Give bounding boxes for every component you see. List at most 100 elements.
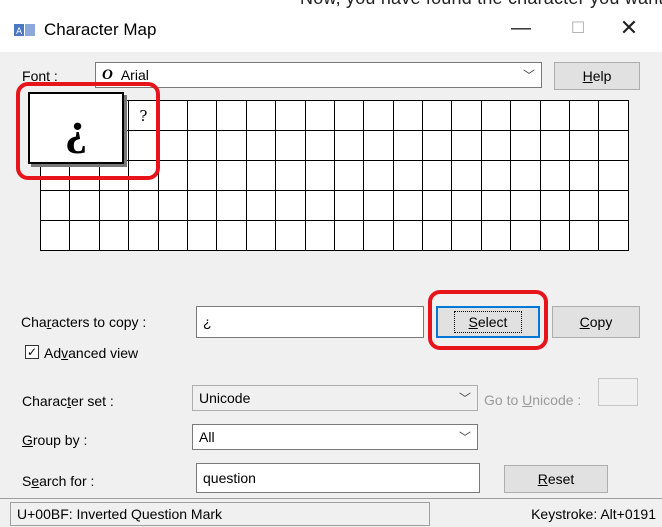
character-cell[interactable] <box>511 191 541 221</box>
character-cell[interactable] <box>158 191 188 221</box>
character-set-select[interactable]: Unicode ﹀ <box>192 385 478 411</box>
character-cell[interactable] <box>99 221 130 251</box>
character-cell[interactable] <box>158 131 188 161</box>
character-cell[interactable] <box>540 131 571 161</box>
close-button[interactable]: ✕ <box>606 12 652 44</box>
character-cell[interactable] <box>540 101 571 131</box>
character-cell[interactable] <box>393 161 424 191</box>
character-cell[interactable] <box>481 191 512 221</box>
character-cell[interactable] <box>217 131 247 161</box>
character-cell[interactable] <box>305 221 335 251</box>
character-cell[interactable] <box>599 161 629 191</box>
character-cell[interactable] <box>599 131 629 161</box>
minimize-button[interactable]: — <box>498 12 544 44</box>
character-cell[interactable] <box>187 161 218 191</box>
character-cell[interactable] <box>305 191 335 221</box>
character-cell[interactable] <box>481 221 512 251</box>
character-cell[interactable] <box>334 101 365 131</box>
character-cell[interactable] <box>540 161 571 191</box>
character-cell[interactable] <box>393 191 424 221</box>
character-cell[interactable] <box>246 161 277 191</box>
character-cell[interactable] <box>481 101 512 131</box>
reset-button[interactable]: Reset <box>504 465 608 493</box>
character-cell[interactable] <box>481 161 512 191</box>
character-cell[interactable] <box>246 101 277 131</box>
help-button[interactable]: Help <box>554 62 640 90</box>
character-cell[interactable] <box>423 101 453 131</box>
character-cell[interactable] <box>41 191 71 221</box>
character-cell[interactable] <box>364 221 394 251</box>
character-cell[interactable] <box>305 161 335 191</box>
character-cell[interactable] <box>70 221 100 251</box>
character-cell[interactable] <box>599 221 629 251</box>
advanced-view-label[interactable]: Advanced view <box>44 345 138 361</box>
character-cell[interactable] <box>305 131 335 161</box>
character-cell[interactable] <box>364 161 394 191</box>
character-cell[interactable] <box>364 191 394 221</box>
character-cell[interactable] <box>276 161 306 191</box>
character-cell[interactable] <box>393 101 424 131</box>
character-cell[interactable] <box>452 101 482 131</box>
character-cell[interactable] <box>452 131 482 161</box>
character-cell[interactable] <box>158 161 188 191</box>
character-cell[interactable] <box>158 221 188 251</box>
character-cell[interactable] <box>540 221 571 251</box>
character-cell[interactable] <box>364 101 394 131</box>
character-cell[interactable] <box>393 131 424 161</box>
character-cell[interactable] <box>217 191 247 221</box>
search-input[interactable]: question <box>196 463 480 493</box>
character-cell[interactable] <box>276 131 306 161</box>
character-cell[interactable] <box>129 221 159 251</box>
character-cell[interactable] <box>187 191 218 221</box>
character-cell[interactable] <box>334 191 365 221</box>
character-cell[interactable] <box>276 191 306 221</box>
character-cell[interactable] <box>570 161 600 191</box>
character-cell[interactable] <box>217 221 247 251</box>
copy-button[interactable]: Copy <box>552 306 640 338</box>
character-cell[interactable] <box>423 161 453 191</box>
character-cell[interactable] <box>540 191 571 221</box>
character-cell[interactable] <box>334 131 365 161</box>
character-cell[interactable] <box>599 101 629 131</box>
group-by-select[interactable]: All ﹀ <box>192 424 478 450</box>
character-cell[interactable] <box>334 161 365 191</box>
character-cell[interactable] <box>570 191 600 221</box>
character-cell[interactable] <box>511 161 541 191</box>
advanced-view-checkbox[interactable]: ✓ <box>25 345 39 359</box>
character-cell[interactable] <box>99 191 130 221</box>
character-cell[interactable] <box>246 131 277 161</box>
character-cell[interactable] <box>246 191 277 221</box>
character-cell[interactable] <box>70 191 100 221</box>
character-cell[interactable] <box>423 191 453 221</box>
character-cell[interactable] <box>570 131 600 161</box>
maximize-button[interactable]: ☐ <box>555 12 601 44</box>
character-cell[interactable] <box>187 131 218 161</box>
character-cell[interactable] <box>158 101 188 131</box>
character-cell[interactable] <box>393 221 424 251</box>
character-cell[interactable] <box>41 221 71 251</box>
character-cell[interactable] <box>570 221 600 251</box>
character-cell[interactable] <box>246 221 277 251</box>
go-to-unicode-input[interactable] <box>598 378 638 406</box>
character-cell[interactable] <box>570 101 600 131</box>
character-cell[interactable] <box>334 221 365 251</box>
character-cell[interactable] <box>276 221 306 251</box>
character-cell[interactable] <box>364 131 394 161</box>
characters-to-copy-input[interactable]: ¿ <box>196 306 424 338</box>
character-cell[interactable] <box>187 101 218 131</box>
character-cell[interactable] <box>217 161 247 191</box>
character-cell[interactable] <box>423 221 453 251</box>
character-cell[interactable] <box>481 131 512 161</box>
character-cell[interactable] <box>452 221 482 251</box>
character-cell[interactable] <box>511 221 541 251</box>
font-select[interactable]: O Arial ﹀ <box>95 62 542 88</box>
character-cell[interactable] <box>217 101 247 131</box>
character-cell[interactable] <box>276 101 306 131</box>
character-cell[interactable] <box>452 191 482 221</box>
character-cell[interactable] <box>305 101 335 131</box>
character-cell[interactable] <box>511 131 541 161</box>
character-cell[interactable] <box>511 101 541 131</box>
character-cell[interactable] <box>129 191 159 221</box>
character-cell[interactable] <box>423 131 453 161</box>
character-cell[interactable] <box>452 161 482 191</box>
